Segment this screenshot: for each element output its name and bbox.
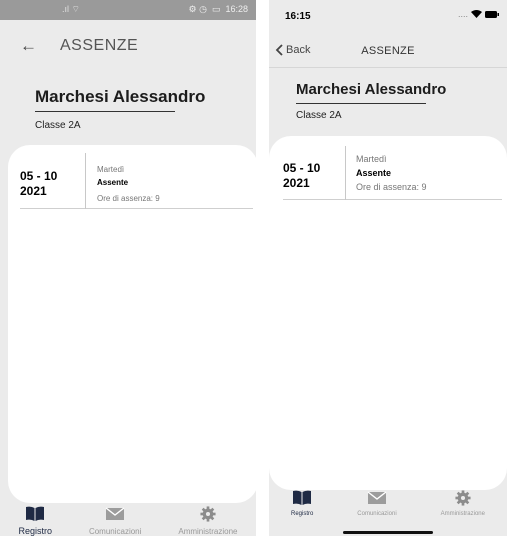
tab-amministrazione[interactable]: Amministrazione [441,490,485,517]
entry-status: Assente [97,178,129,187]
absence-entry[interactable]: 05 - 10 2021 Martedì Assente Ore di asse… [283,146,502,200]
tab-registro[interactable]: Registro [291,490,313,517]
tab-label: Amministrazione [440,511,485,517]
student-name: Marchesi Alessandro [296,81,447,98]
android-screen: .ıl ⌔ ⚙ ◷ ▭ 16:28 ← ASSENZE Marchesi Ale… [0,0,256,536]
tab-label: Registro [18,526,52,536]
status-icons: .... [458,9,499,19]
tab-registro[interactable]: Registro [18,506,52,536]
tab-amministrazione[interactable]: Amministrazione [178,506,238,536]
status-time: 16:28 [225,4,248,14]
entry-hours: Ore di assenza: 9 [356,182,427,192]
top-bar: ← ASSENZE [20,36,138,56]
tab-label: Registro [290,511,314,517]
status-time: 16:15 [285,11,311,22]
entry-date: 05 - 10 2021 [283,161,321,190]
book-icon [26,506,45,521]
student-name: Marchesi Alessandro [35,87,206,106]
ios-screen: 16:15 .... Back ASSENZE Marchesi Alessan… [269,0,507,536]
entry-weekday: Martedì [97,165,125,174]
entry-weekday: Martedì [356,154,387,164]
gear-icon [200,506,216,522]
tab-label: Comunicazioni [88,527,142,536]
signal-wifi-icon: .ıl ⌔ [62,4,80,14]
name-underline [35,111,175,112]
absence-card: 05 - 10 2021 Martedì Assente Ore di asse… [8,145,256,503]
battery-icon: ▭ [211,4,221,14]
book-icon [293,490,312,505]
status-dots: .... [457,9,468,19]
status-icons: ⚙ ◷ ▭ 16:28 [189,4,248,15]
battery-icon [485,10,499,18]
absence-entry[interactable]: 05 - 10 2021 Martedì Assente Ore di asse… [20,153,253,209]
wifi-icon [471,10,482,18]
name-underline [296,103,426,104]
entry-hours: Ore di assenza: 9 [97,194,160,203]
absence-card: 05 - 10 2021 Martedì Assente Ore di asse… [269,136,507,490]
tab-comunicazioni[interactable]: Comunicazioni [357,490,397,517]
android-status-bar: .ıl ⌔ ⚙ ◷ ▭ 16:28 [0,0,256,20]
back-arrow-icon[interactable]: ← [20,36,42,56]
tab-bar: Registro Comunicazioni Amministrazione [269,490,507,517]
alarm-icon: ⚙ ◷ [188,4,207,14]
entry-divider [85,153,86,209]
class-label: Classe 2A [296,110,342,121]
navigation-bar: Back ASSENZE [269,36,507,68]
mail-icon [105,507,125,520]
mail-icon [367,491,387,504]
entry-date: 05 - 10 2021 [20,169,58,198]
gear-icon [455,490,471,506]
page-title: ASSENZE [60,37,139,54]
entry-status: Assente [356,168,392,178]
page-title: ASSENZE [361,45,415,57]
tab-comunicazioni[interactable]: Comunicazioni [89,506,141,536]
ios-status-bar: 16:15 .... [269,0,507,34]
tab-bar: Registro Comunicazioni Amministrazione [0,506,256,536]
tab-label: Comunicazioni [357,511,397,517]
home-indicator[interactable] [343,531,433,534]
class-label: Classe 2A [35,120,81,131]
tab-label: Amministrazione [178,527,238,536]
entry-divider [345,146,346,200]
